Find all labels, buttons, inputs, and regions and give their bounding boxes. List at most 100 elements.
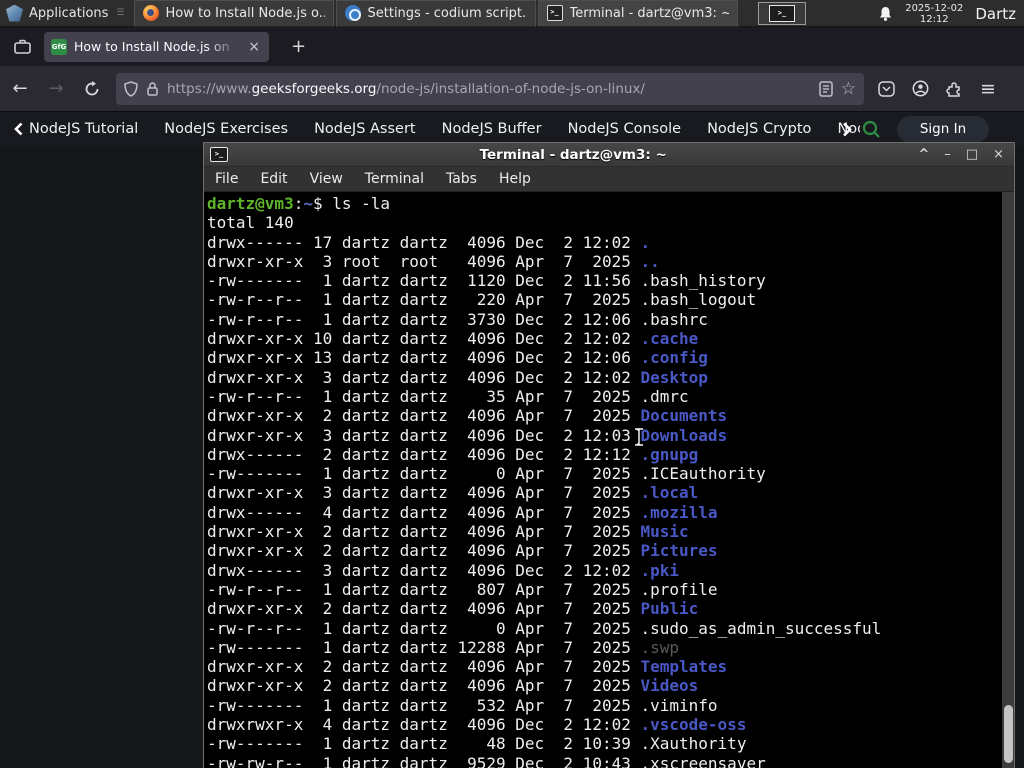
- gfg-link-label: NodeJS Assert: [314, 121, 416, 137]
- file-name: .xscreensaver: [640, 753, 766, 768]
- terminal-scrollbar-thumb[interactable]: [1004, 705, 1013, 763]
- file-meta: drwxr-xr-x 3 dartz dartz 4096 Dec 2 12:0…: [207, 367, 641, 387]
- lock-icon[interactable]: [146, 81, 159, 97]
- file-meta: -rw------- 1 dartz dartz 48 Dec 2 10:39: [207, 734, 641, 754]
- file-meta: drwxr-xr-x 3 dartz dartz 4096 Dec 2 12:0…: [207, 425, 641, 445]
- file-meta: -rw-rw-r-- 1 dartz dartz 9529 Dec 2 10:4…: [207, 753, 641, 768]
- terminal-shade-button[interactable]: ^: [918, 147, 929, 162]
- bell-icon[interactable]: [878, 6, 893, 22]
- file-meta: drwxr-xr-x 2 dartz dartz 4096 Apr 7 2025: [207, 541, 641, 561]
- file-name: .bash_logout: [640, 290, 757, 310]
- terminal-listing-row: drwxr-xr-x 2 dartz dartz 4096 Apr 7 2025…: [207, 406, 1000, 425]
- file-meta: drwx------ 2 dartz dartz 4096 Dec 2 12:1…: [207, 444, 641, 464]
- file-name: .dmrc: [640, 386, 689, 406]
- terminal-listing-row: -rw-r--r-- 1 dartz dartz 35 Apr 7 2025 .…: [207, 387, 1000, 406]
- terminal-listing-row: -rw-r--r-- 1 dartz dartz 220 Apr 7 2025 …: [207, 290, 1000, 309]
- file-name: Videos: [640, 676, 699, 696]
- gfg-nav-link[interactable]: NodeJS Buffer: [442, 121, 542, 137]
- terminal-titlebar[interactable]: >_ Terminal - dartz@vm3: ~ ^ – □ ×: [204, 143, 1014, 167]
- terminal-listing: drwx------ 17 dartz dartz 4096 Dec 2 12:…: [207, 233, 1000, 768]
- terminal-close-button[interactable]: ×: [993, 147, 1004, 162]
- reader-view-icon[interactable]: [819, 80, 833, 97]
- file-meta: drwx------ 3 dartz dartz 4096 Dec 2 12:0…: [207, 560, 641, 580]
- chevron-left-icon: [14, 122, 23, 136]
- applications-menu[interactable]: Applications ☰: [0, 0, 134, 27]
- taskbar-button-settings[interactable]: Settings - codium script...: [335, 0, 536, 27]
- reload-icon: [85, 80, 99, 95]
- url-text: https://www.geeksforgeeks.org/node-js/in…: [167, 81, 811, 97]
- terminal-menu-view[interactable]: View: [299, 171, 354, 187]
- url-bar[interactable]: https://www.geeksforgeeks.org/node-js/in…: [116, 72, 864, 105]
- taskbar-button-terminal[interactable]: >_ Terminal - dartz@vm3: ~: [537, 0, 738, 27]
- file-name: .local: [640, 483, 699, 503]
- xfce-logo-icon: [6, 4, 23, 22]
- terminal-scrollbar[interactable]: [1002, 192, 1014, 768]
- file-name: .gnupg: [640, 444, 699, 464]
- gfg-nav-link[interactable]: NodeJS Tutorial: [14, 121, 138, 137]
- account-icon[interactable]: [912, 80, 929, 97]
- terminal-minimize-button[interactable]: –: [944, 147, 951, 162]
- file-meta: drwx------ 17 dartz dartz 4096 Dec 2 12:…: [207, 232, 641, 252]
- pocket-icon[interactable]: [878, 80, 895, 97]
- prompt-command: ls -la: [332, 194, 391, 213]
- url-domain: geeksforgeeks.org: [251, 80, 377, 97]
- terminal-menu-help[interactable]: Help: [488, 171, 542, 187]
- file-name: Downloads: [640, 425, 728, 445]
- terminal-listing-row: drwxr-xr-x 3 dartz dartz 4096 Apr 7 2025…: [207, 483, 1000, 502]
- terminal-listing-row: -rw-r--r-- 1 dartz dartz 0 Apr 7 2025 .s…: [207, 619, 1000, 638]
- gfg-nav-link[interactable]: NodeJS Exercises: [164, 121, 288, 137]
- file-meta: -rw-r--r-- 1 dartz dartz 807 Apr 7 2025: [207, 579, 641, 599]
- prompt-dollar: $: [312, 194, 333, 213]
- file-meta: -rw-r--r-- 1 dartz dartz 220 Apr 7 2025: [207, 290, 641, 310]
- taskbar-label: Terminal - dartz@vm3: ~: [569, 5, 729, 21]
- gfg-link-label: NodeJS Console: [567, 121, 682, 137]
- user-menu[interactable]: Dartz: [975, 5, 1016, 23]
- gfg-nav-link[interactable]: NodeJS Assert: [314, 121, 416, 137]
- taskbar-label: How to Install Node.js o...: [165, 5, 325, 21]
- tab-close-button[interactable]: ×: [246, 39, 262, 55]
- terminal-menu-file[interactable]: File: [204, 171, 249, 187]
- file-meta: drwxrwxr-x 4 dartz dartz 4096 Dec 2 12:0…: [207, 715, 641, 735]
- browser-tab[interactable]: GfG How to Install Node.js on ×: [44, 31, 269, 62]
- terminal-menu-terminal[interactable]: Terminal: [354, 171, 435, 187]
- url-path: /node-js/installation-of-node-js-on-linu…: [376, 80, 645, 97]
- sign-in-button[interactable]: Sign In: [897, 115, 989, 143]
- clock-date: 2025-12-02: [905, 2, 964, 14]
- search-button[interactable]: [862, 120, 881, 139]
- file-meta: -rw-r--r-- 1 dartz dartz 0 Apr 7 2025: [207, 618, 641, 638]
- terminal-listing-row: -rw------- 1 dartz dartz 12288 Apr 7 202…: [207, 638, 1000, 657]
- terminal-menu-tabs[interactable]: Tabs: [435, 171, 488, 187]
- gfg-link-label: NodeJS Crypto: [707, 121, 812, 137]
- file-name: .viminfo: [640, 695, 718, 715]
- app-menu-hamburger-icon[interactable]: ≡: [980, 78, 996, 100]
- reload-button[interactable]: [76, 73, 108, 105]
- terminal-output[interactable]: dartz@vm3:~$ ls -la total 140 drwx------…: [204, 192, 1014, 768]
- terminal-total-line: total 140: [207, 213, 294, 233]
- gfg-nav-link[interactable]: NodeJS Console: [568, 121, 682, 137]
- file-meta: -rw-r--r-- 1 dartz dartz 35 Apr 7 2025: [207, 386, 641, 406]
- gfg-nav-link[interactable]: NodeJS Crypto: [707, 121, 811, 137]
- panel-status-area: 2025-12-02 12:12 Dartz: [878, 0, 1024, 27]
- clock[interactable]: 2025-12-02 12:12: [905, 3, 963, 25]
- new-tab-button[interactable]: +: [283, 34, 314, 59]
- shield-icon[interactable]: [124, 80, 138, 97]
- terminal-listing-row: drwxr-xr-x 2 dartz dartz 4096 Apr 7 2025…: [207, 541, 1000, 560]
- extensions-puzzle-icon[interactable]: [946, 81, 963, 97]
- gfg-link-label: NodeJS Exercises: [164, 121, 289, 137]
- taskbar-button-firefox[interactable]: How to Install Node.js o...: [133, 0, 334, 27]
- firefox-view-button[interactable]: [8, 34, 36, 60]
- toolbar-right-icons: ≡: [878, 78, 996, 100]
- nav-scroll-right-button[interactable]: [842, 122, 852, 137]
- applications-label: Applications: [29, 5, 109, 21]
- bookmark-star-icon[interactable]: ☆: [841, 79, 856, 99]
- terminal-menubar: File Edit View Terminal Tabs Help: [204, 167, 1014, 192]
- back-button[interactable]: ←: [4, 73, 36, 105]
- terminal-listing-row: drwxr-xr-x 2 dartz dartz 4096 Apr 7 2025…: [207, 657, 1000, 676]
- terminal-listing-row: drwx------ 17 dartz dartz 4096 Dec 2 12:…: [207, 233, 1000, 252]
- terminal-listing-row: drwxr-xr-x 2 dartz dartz 4096 Apr 7 2025…: [207, 522, 1000, 541]
- terminal-listing-row: drwxr-xr-x 3 dartz dartz 4096 Dec 2 12:0…: [207, 368, 1000, 387]
- terminal-mini-icon: >_: [769, 5, 795, 22]
- terminal-maximize-button[interactable]: □: [966, 147, 978, 162]
- workspace-pager[interactable]: >_: [758, 2, 806, 25]
- terminal-menu-edit[interactable]: Edit: [249, 171, 298, 187]
